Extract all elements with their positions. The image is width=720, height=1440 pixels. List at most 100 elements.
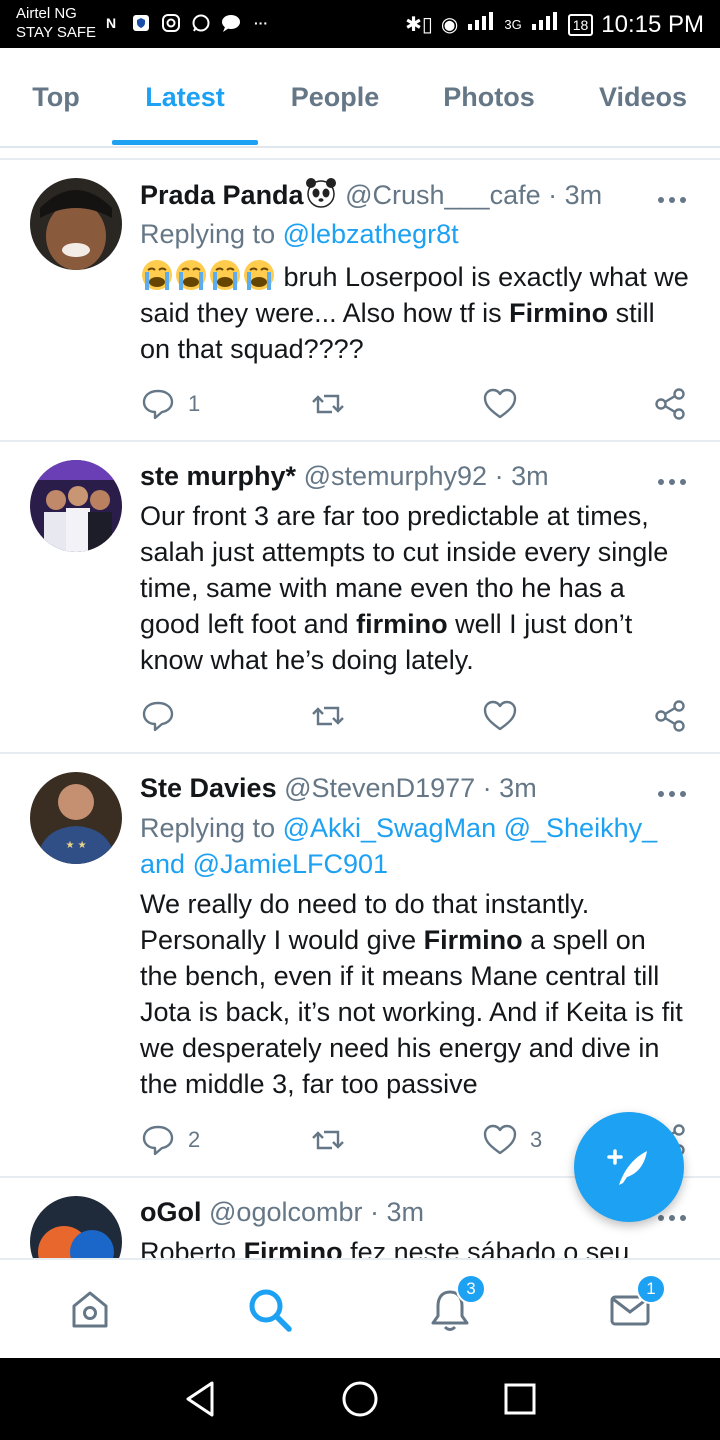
clock: 10:15 PM <box>601 10 704 38</box>
tweet-header: ste murphy* @stemurphy92 · 3m <box>140 458 690 494</box>
replying-to-label: Replying to <box>140 219 283 249</box>
tab-videos[interactable]: Videos <box>566 48 720 146</box>
recents-button[interactable] <box>499 1378 541 1420</box>
reply-button[interactable]: 1 <box>140 384 200 424</box>
tab-photos[interactable]: Photos <box>412 48 566 146</box>
nav-notifications[interactable]: 3 <box>424 1274 486 1336</box>
user-handle[interactable]: @StevenD1977 <box>284 773 475 803</box>
shield-icon <box>130 12 152 34</box>
bluetooth-vibrate-icon: ✱▯ <box>405 14 433 36</box>
like-button[interactable] <box>482 696 530 736</box>
search-term-highlight: Firmino <box>423 925 523 955</box>
user-handle[interactable]: @stemurphy92 <box>304 461 488 491</box>
reply-button[interactable]: 2 <box>140 1120 200 1160</box>
avatar[interactable] <box>30 1196 122 1258</box>
tweet-text-part: Roberto <box>140 1237 244 1258</box>
recents-icon <box>504 1383 536 1415</box>
status-right: ✱▯ ◉ 3G 18 10:15 PM <box>405 10 704 39</box>
tab-people[interactable]: People <box>258 48 412 146</box>
tweet-text: We really do need to do that instantly. … <box>140 886 690 1102</box>
mention-link[interactable]: @Akki_SwagMan <box>283 813 497 843</box>
crying-emoji-icon <box>242 260 276 292</box>
mention-link[interactable]: @_Sheikhy_ <box>504 813 658 843</box>
search-term-highlight: Firmino <box>243 1237 343 1258</box>
messages-badge: 1 <box>636 1274 666 1304</box>
avatar[interactable] <box>30 178 122 270</box>
tweet[interactable]: Prada Panda @Crush___cafe · 3m Replying … <box>0 160 720 442</box>
like-button[interactable]: 3 <box>482 1120 542 1160</box>
nfc-icon: N <box>105 15 117 31</box>
system-navigation-bar <box>0 1358 720 1440</box>
user-handle[interactable]: @Crush___cafe <box>345 180 541 210</box>
mention-link[interactable]: @lebzathegr8t <box>283 219 459 249</box>
tab-top[interactable]: Top <box>0 48 112 146</box>
tweet-actions: 1 <box>140 384 690 424</box>
retweet-button[interactable] <box>310 384 358 424</box>
replying-to: Replying to @lebzathegr8t <box>140 216 690 252</box>
tab-latest[interactable]: Latest <box>112 48 258 146</box>
like-button[interactable] <box>482 384 530 424</box>
avatar[interactable] <box>30 460 122 552</box>
back-button[interactable] <box>179 1378 221 1420</box>
more-icon[interactable] <box>658 190 688 210</box>
display-name[interactable]: oGol <box>140 1197 202 1227</box>
back-icon <box>186 1381 214 1417</box>
like-icon <box>483 1124 517 1155</box>
retweet-icon <box>312 394 344 414</box>
carrier-label: Airtel NG STAY SAFE <box>16 4 96 42</box>
retweet-icon <box>312 706 344 726</box>
timestamp[interactable]: 3m <box>387 1197 425 1227</box>
separator: · <box>494 461 504 491</box>
reply-icon <box>142 389 174 420</box>
compose-tweet-button[interactable] <box>574 1112 684 1222</box>
compose-icon <box>607 1149 647 1185</box>
timestamp[interactable]: 3m <box>565 180 603 210</box>
retweet-button[interactable] <box>310 696 358 736</box>
timestamp[interactable]: 3m <box>511 461 549 491</box>
like-count: 3 <box>530 1127 543 1152</box>
nav-home[interactable] <box>64 1284 116 1336</box>
share-icon <box>655 700 685 732</box>
active-tab-indicator <box>112 140 258 145</box>
home-icon <box>72 1291 108 1328</box>
more-icon[interactable] <box>658 784 688 804</box>
display-name[interactable]: Ste Davies <box>140 773 277 803</box>
signal-icon-2 <box>530 10 560 39</box>
share-button[interactable] <box>652 384 688 424</box>
avatar[interactable]: ★ ★ <box>30 772 122 864</box>
mention-link[interactable]: @JamieLFC901 <box>193 849 389 879</box>
separator: · <box>482 773 492 803</box>
battery-icon: 18 <box>567 13 594 36</box>
retweet-button[interactable] <box>310 1120 358 1160</box>
separator: · <box>548 180 558 210</box>
more-icon[interactable] <box>658 472 688 492</box>
eye-icon: ◉ <box>440 14 459 36</box>
replying-to-label: Replying to <box>140 813 283 843</box>
timestamp[interactable]: 3m <box>499 773 537 803</box>
reply-count: 1 <box>188 391 201 416</box>
tweet-text: Roberto Firmino fez neste sábado o seu <box>140 1234 690 1258</box>
tweet-feed[interactable]: Prada Panda @Crush___cafe · 3m Replying … <box>0 150 720 1258</box>
search-term-highlight: firmino <box>356 609 448 639</box>
display-name[interactable]: Prada Panda <box>140 180 304 210</box>
display-name[interactable]: ste murphy* <box>140 461 296 491</box>
tweet-header: Prada Panda @Crush___cafe · 3m <box>140 176 690 213</box>
reply-icon <box>142 701 174 732</box>
separator: · <box>370 1197 380 1227</box>
search-term-highlight: Firmino <box>509 298 609 328</box>
home-button[interactable] <box>339 1378 381 1420</box>
more-icon[interactable] <box>658 1208 688 1228</box>
tweet[interactable]: ste murphy* @stemurphy92 · 3m Our front … <box>0 442 720 754</box>
status-bar: Airtel NG STAY SAFE N ··· ✱▯ ◉ 3G 18 10:… <box>0 0 720 48</box>
nav-search[interactable] <box>244 1284 296 1336</box>
whatsapp-icon <box>190 12 212 34</box>
tweet-header: Ste Davies @StevenD1977 · 3m <box>140 770 690 806</box>
nav-messages[interactable]: 1 <box>604 1274 666 1336</box>
user-handle[interactable]: @ogolcombr <box>209 1197 362 1227</box>
svg-text:★ ★: ★ ★ <box>65 840 86 851</box>
and-others-link[interactable]: and <box>140 849 185 879</box>
panda-emoji-icon <box>304 178 338 210</box>
chat-icon <box>220 12 242 34</box>
share-button[interactable] <box>652 696 688 736</box>
reply-button[interactable] <box>140 696 188 736</box>
